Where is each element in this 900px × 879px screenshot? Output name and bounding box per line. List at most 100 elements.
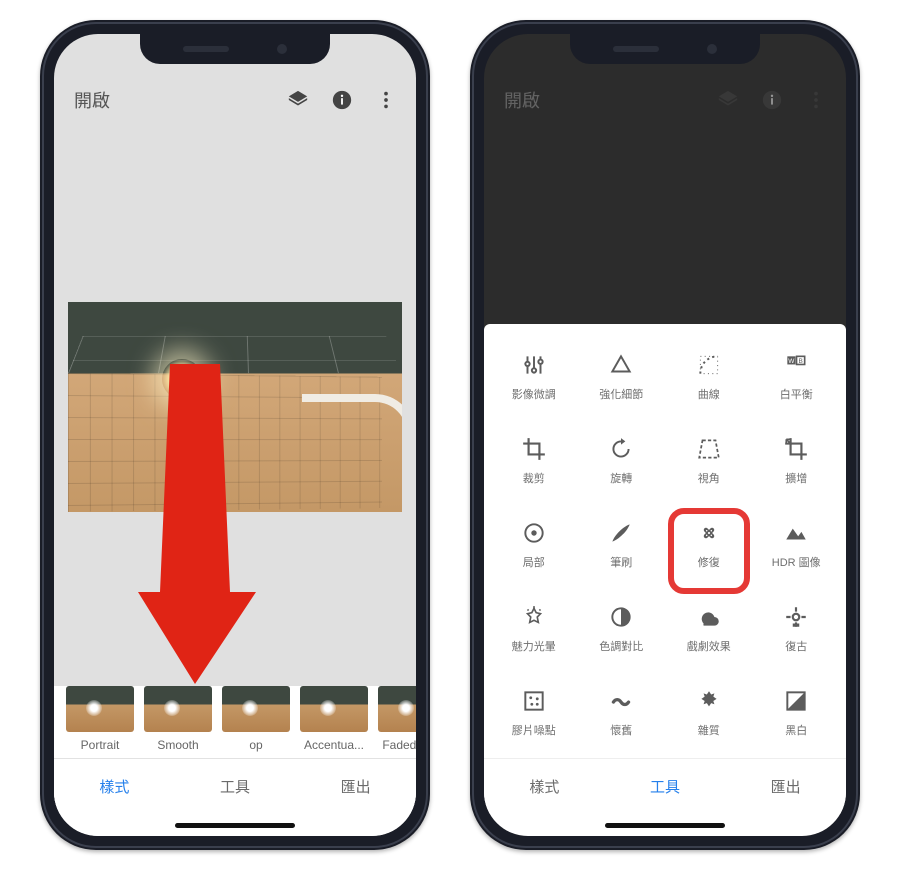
tool-label: 局部 <box>523 554 545 570</box>
look-label: Smooth <box>144 738 212 752</box>
vintage-icon <box>783 604 809 630</box>
tool-label: 視角 <box>698 470 720 486</box>
tool-label: 色調對比 <box>599 638 643 654</box>
info-icon[interactable] <box>758 86 786 114</box>
tool-drama[interactable]: 戲劇效果 <box>665 590 753 668</box>
tool-tune[interactable]: 影像微調 <box>490 338 578 416</box>
tool-label: 膠片噪點 <box>512 722 556 738</box>
tool-label: 裁剪 <box>523 470 545 486</box>
look-thumb <box>300 686 368 732</box>
drama-icon <box>696 604 722 630</box>
tool-label: 復古 <box>785 638 807 654</box>
tab-tools[interactable]: 工具 <box>175 776 296 797</box>
look-0[interactable]: Portrait <box>66 686 134 752</box>
looks-strip[interactable]: PortraitSmoothopAccentua...Faded Gl...Mo… <box>54 686 416 758</box>
rotate-icon <box>608 436 634 462</box>
tab-tools[interactable]: 工具 <box>605 776 726 797</box>
glamour-icon <box>521 604 547 630</box>
look-label: Portrait <box>66 738 134 752</box>
open-button[interactable]: 開啟 <box>74 87 110 113</box>
tool-label: HDR 圖像 <box>772 554 821 570</box>
tool-glamour[interactable]: 魅力光暈 <box>490 590 578 668</box>
tool-curves[interactable]: 曲線 <box>665 338 753 416</box>
tool-bw[interactable]: 黑白 <box>753 674 841 752</box>
look-thumb <box>378 686 416 732</box>
tool-label: 曲線 <box>698 386 720 402</box>
bottom-panel: PortraitSmoothopAccentua...Faded Gl...Mo… <box>54 686 416 836</box>
tool-details[interactable]: 強化細節 <box>578 338 666 416</box>
retrolux-icon <box>608 688 634 714</box>
look-thumb <box>222 686 290 732</box>
look-3[interactable]: Accentua... <box>300 686 368 752</box>
grunge-icon <box>696 688 722 714</box>
tool-label: 白平衡 <box>780 386 813 402</box>
home-indicator[interactable] <box>605 823 725 828</box>
tab-styles[interactable]: 樣式 <box>54 776 175 797</box>
tool-white-balance[interactable]: 白平衡 <box>753 338 841 416</box>
layers-icon[interactable] <box>284 86 312 114</box>
tool-label: 黑白 <box>785 722 807 738</box>
tune-icon <box>521 352 547 378</box>
look-2[interactable]: op <box>222 686 290 752</box>
screen-right: 開啟 影像微調 強化細節 曲線 白平衡裁剪 旋轉 視角 擴增局部 筆刷 修復 HDR 圖像魅力光暈… <box>484 34 846 836</box>
tools-grid: 影像微調 強化細節 曲線 白平衡裁剪 旋轉 視角 擴增局部 筆刷 修復 HDR 圖像魅力光暈 色調對… <box>484 324 846 758</box>
look-1[interactable]: Smooth <box>144 686 212 752</box>
white-balance-icon <box>783 352 809 378</box>
details-icon <box>608 352 634 378</box>
bottom-tabs: 樣式 工具 匯出 <box>484 758 846 814</box>
hdr-icon <box>783 520 809 546</box>
photo-preview <box>68 302 401 512</box>
grainy-icon <box>521 688 547 714</box>
tool-label: 旋轉 <box>610 470 632 486</box>
tool-label: 強化細節 <box>599 386 643 402</box>
bw-icon <box>783 688 809 714</box>
tool-perspective[interactable]: 視角 <box>665 422 753 500</box>
expand-icon <box>783 436 809 462</box>
tab-export[interactable]: 匯出 <box>295 776 416 797</box>
look-4[interactable]: Faded Gl... <box>378 686 416 752</box>
tab-styles[interactable]: 樣式 <box>484 776 605 797</box>
crop-icon <box>521 436 547 462</box>
tool-rotate[interactable]: 旋轉 <box>578 422 666 500</box>
more-vert-icon[interactable] <box>802 86 830 114</box>
more-vert-icon[interactable] <box>372 86 400 114</box>
tool-brush[interactable]: 筆刷 <box>578 506 666 584</box>
home-indicator[interactable] <box>175 823 295 828</box>
look-thumb <box>66 686 134 732</box>
screen-left: 開啟 Portrait Smooth op Accentua... Faded Gl..… <box>54 34 416 836</box>
tool-vintage[interactable]: 復古 <box>753 590 841 668</box>
tool-selective[interactable]: 局部 <box>490 506 578 584</box>
look-label: Accentua... <box>300 738 368 752</box>
tool-hdr[interactable]: HDR 圖像 <box>753 506 841 584</box>
tool-label: 戲劇效果 <box>687 638 731 654</box>
tool-label: 影像微調 <box>512 386 556 402</box>
tool-expand[interactable]: 擴增 <box>753 422 841 500</box>
tool-retrolux[interactable]: 懷舊 <box>578 674 666 752</box>
tab-export[interactable]: 匯出 <box>725 776 846 797</box>
tool-label: 擴增 <box>785 470 807 486</box>
tool-healing[interactable]: 修復 <box>665 506 753 584</box>
tool-label: 修復 <box>698 554 720 570</box>
healing-icon <box>696 520 722 546</box>
brush-icon <box>608 520 634 546</box>
notch <box>570 34 760 64</box>
tool-crop[interactable]: 裁剪 <box>490 422 578 500</box>
phone-left: 開啟 Portrait Smooth op Accentua... Faded Gl..… <box>40 20 430 850</box>
tool-label: 懷舊 <box>610 722 632 738</box>
look-label: op <box>222 738 290 752</box>
selective-icon <box>521 520 547 546</box>
tool-grunge[interactable]: 雜質 <box>665 674 753 752</box>
photo-canvas[interactable] <box>54 128 416 686</box>
layers-icon[interactable] <box>714 86 742 114</box>
tool-label: 雜質 <box>698 722 720 738</box>
bottom-tabs: 樣式 工具 匯出 <box>54 758 416 814</box>
perspective-icon <box>696 436 722 462</box>
tool-label: 魅力光暈 <box>512 638 556 654</box>
phone-right: 開啟 影像微調 強化細節 曲線 白平衡裁剪 旋轉 視角 擴增局部 筆刷 修復 HDR 圖像魅力光暈… <box>470 20 860 850</box>
tool-grainy[interactable]: 膠片噪點 <box>490 674 578 752</box>
notch <box>140 34 330 64</box>
tool-label: 筆刷 <box>610 554 632 570</box>
info-icon[interactable] <box>328 86 356 114</box>
open-button[interactable]: 開啟 <box>504 87 540 113</box>
tool-tonal[interactable]: 色調對比 <box>578 590 666 668</box>
